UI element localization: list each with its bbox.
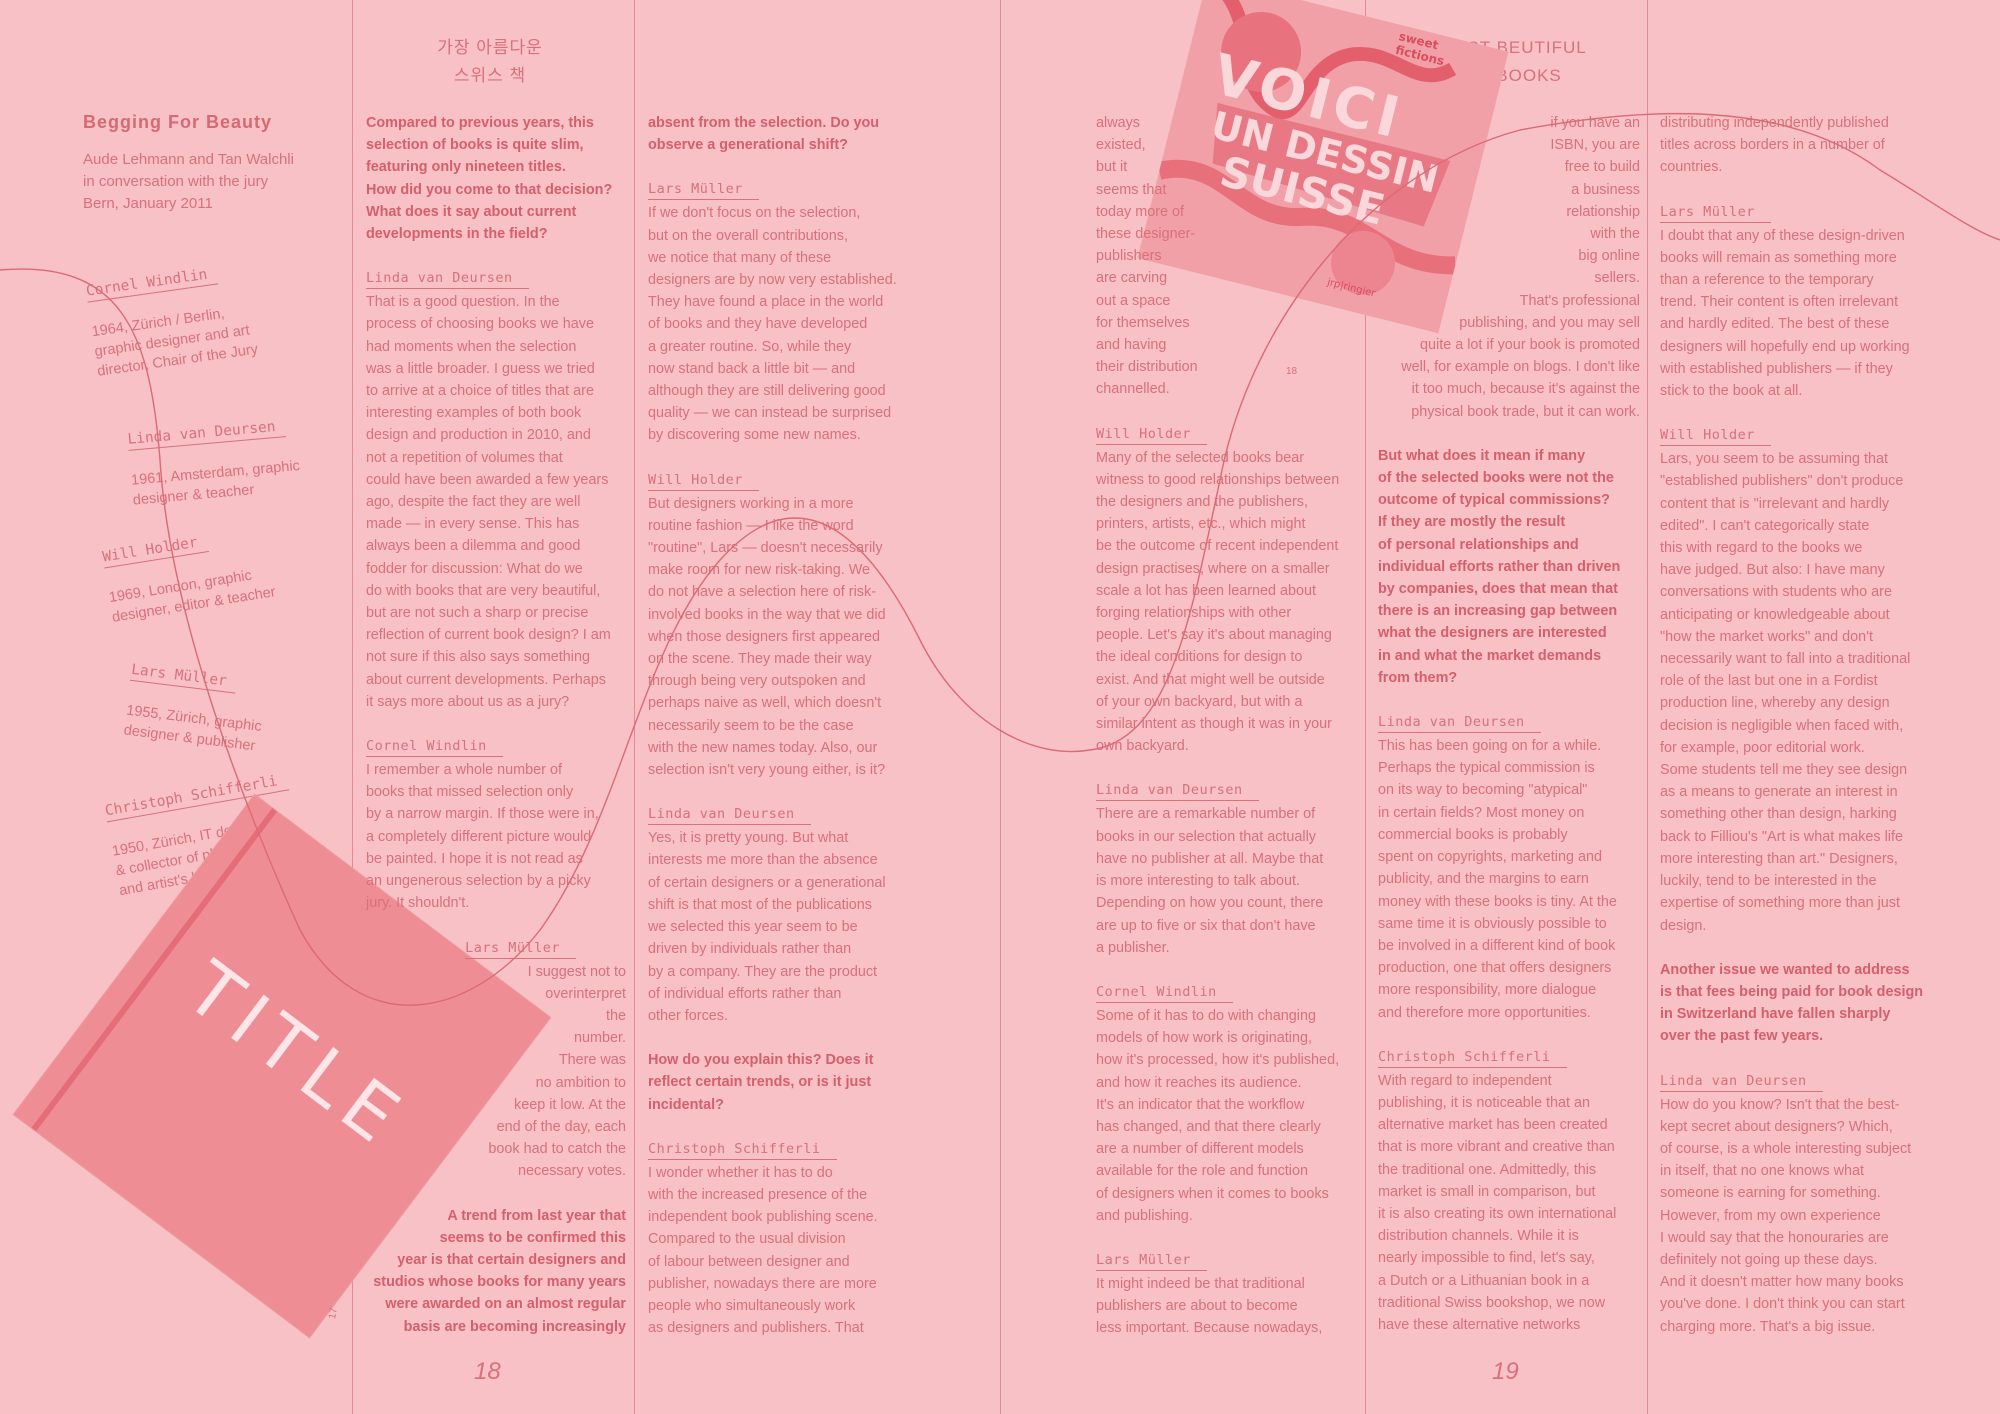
speaker-name: Linda van Deursen [366, 269, 529, 290]
answer: This has been going on for a while. Perh… [1378, 738, 1617, 1021]
column-divider [1647, 0, 1648, 1414]
answer: always existed, but it seems that today … [1096, 115, 1198, 398]
answer: But designers working in a more routine … [648, 495, 886, 779]
text-column: distributing independently published tit… [1660, 112, 1940, 1360]
jury-bio: 1969, London, graphic designer, editor &… [107, 567, 277, 626]
answer: Yes, it is pretty young. But what intere… [648, 830, 886, 1024]
speaker-name: Cornel Windlin [1096, 983, 1233, 1003]
jury-name: Cornel Windlin [84, 263, 219, 303]
jury-name: Will Holder [101, 531, 210, 569]
speaker-name: Linda van Deursen [1660, 1072, 1823, 1092]
jury-member: Lars Müller 1955, Zürich, graphic design… [123, 640, 271, 757]
article-byline: Aude Lehmann and Tan Walchli in conversa… [83, 151, 294, 212]
answer: If we don't focus on the selection, but … [648, 205, 897, 444]
korean-title-line: 가장 아름다운 [437, 38, 543, 57]
answer: How do you know? Isn't that the best- ke… [1660, 1096, 1912, 1335]
korean-title-line: 스위스 책 [453, 66, 527, 85]
question: Compared to previous years, this selecti… [366, 115, 613, 243]
page-number-left: 18 [474, 1358, 501, 1385]
column-divider [634, 0, 635, 1414]
answer: That is a good question. In the process … [366, 294, 611, 710]
speaker-name: Will Holder [1096, 425, 1207, 445]
text-column: Compared to previous years, this selecti… [366, 112, 626, 1360]
question: Another issue we wanted to address is th… [1660, 961, 1924, 1045]
answer: Lars, you seem to be assuming that "esta… [1660, 451, 1911, 934]
speaker-name: Lars Müller [648, 180, 759, 201]
jury-member: Cornel Windlin 1964, Zürich / Berlin, gr… [82, 239, 259, 381]
article-heading: Begging For Beauty [83, 112, 273, 132]
speaker-name: Lars Müller [1096, 1251, 1207, 1271]
answer: if you have an ISBN, you are free to bui… [1401, 115, 1640, 420]
jury-bio: 1961, Amsterdam, graphic designer & teac… [130, 458, 301, 509]
answer: I wonder whether it has to do with the i… [648, 1164, 878, 1337]
image-marker: 17 [327, 1307, 340, 1320]
answer: With regard to independent publishing, i… [1378, 1072, 1617, 1333]
magazine-spread: 가장 아름다운 스위스 책 OST BEUTIFUL S BOOKS Beggi… [0, 0, 2000, 1414]
answer: It might indeed be that traditional publ… [1096, 1275, 1323, 1337]
question: absent from the selection. Do you observ… [648, 115, 880, 154]
text-column: if you have an ISBN, you are free to bui… [1378, 112, 1640, 1358]
jury-bio: 1955, Zürich, graphic designer & publish… [122, 702, 263, 755]
speaker-name: Linda van Deursen [1378, 713, 1541, 734]
speaker-name: Lars Müller [1660, 203, 1771, 223]
speaker-name: Linda van Deursen [648, 805, 811, 826]
jury-name: Lars Müller [130, 659, 238, 694]
text-column: absent from the selection. Do you observ… [648, 112, 908, 1361]
speaker-name: Cornel Windlin [366, 737, 503, 758]
speaker-name: Linda van Deursen [1096, 781, 1259, 802]
answer: Many of the selected books bear witness … [1096, 449, 1340, 755]
jury-bio: 1964, Zürich / Berlin, graphic designer … [90, 305, 259, 380]
speaker-name: Christoph Schifferli [648, 1140, 837, 1160]
speaker-name: Lars Müller [465, 939, 576, 959]
speaker-name: Christoph Schifferli [1378, 1048, 1567, 1068]
answer: I suggest not to overinterpret the numbe… [488, 963, 626, 1180]
question: A trend from last year that seems to be … [373, 1207, 626, 1335]
korean-title: 가장 아름다운 스위스 책 [410, 34, 570, 90]
answer: distributing independently published tit… [1660, 115, 1889, 176]
speaker-name: Will Holder [1660, 426, 1771, 447]
jury-member: Will Holder 1969, London, graphic design… [98, 502, 277, 628]
jury-member: Linda van Deursen 1961, Amsterdam, graph… [125, 395, 302, 510]
page-gutter [1000, 0, 1001, 1414]
question: But what does it mean if many of the sel… [1378, 447, 1621, 686]
answer: I remember a whole number of books that … [366, 762, 599, 912]
text-column: always existed, but it seems that today … [1096, 112, 1356, 1362]
question: How do you explain this? Does it reflect… [648, 1052, 874, 1113]
article-intro: Begging For Beauty Aude Lehmann and Tan … [83, 112, 343, 215]
answer: There are a remarkable number of books i… [1096, 806, 1324, 956]
jury-name: Linda van Deursen [126, 416, 287, 451]
speaker-name: Will Holder [648, 471, 759, 491]
answer: I doubt that any of these design-driven … [1660, 227, 1910, 400]
page-number-right: 19 [1492, 1358, 1519, 1385]
answer: Some of it has to do with changing model… [1096, 1007, 1340, 1224]
